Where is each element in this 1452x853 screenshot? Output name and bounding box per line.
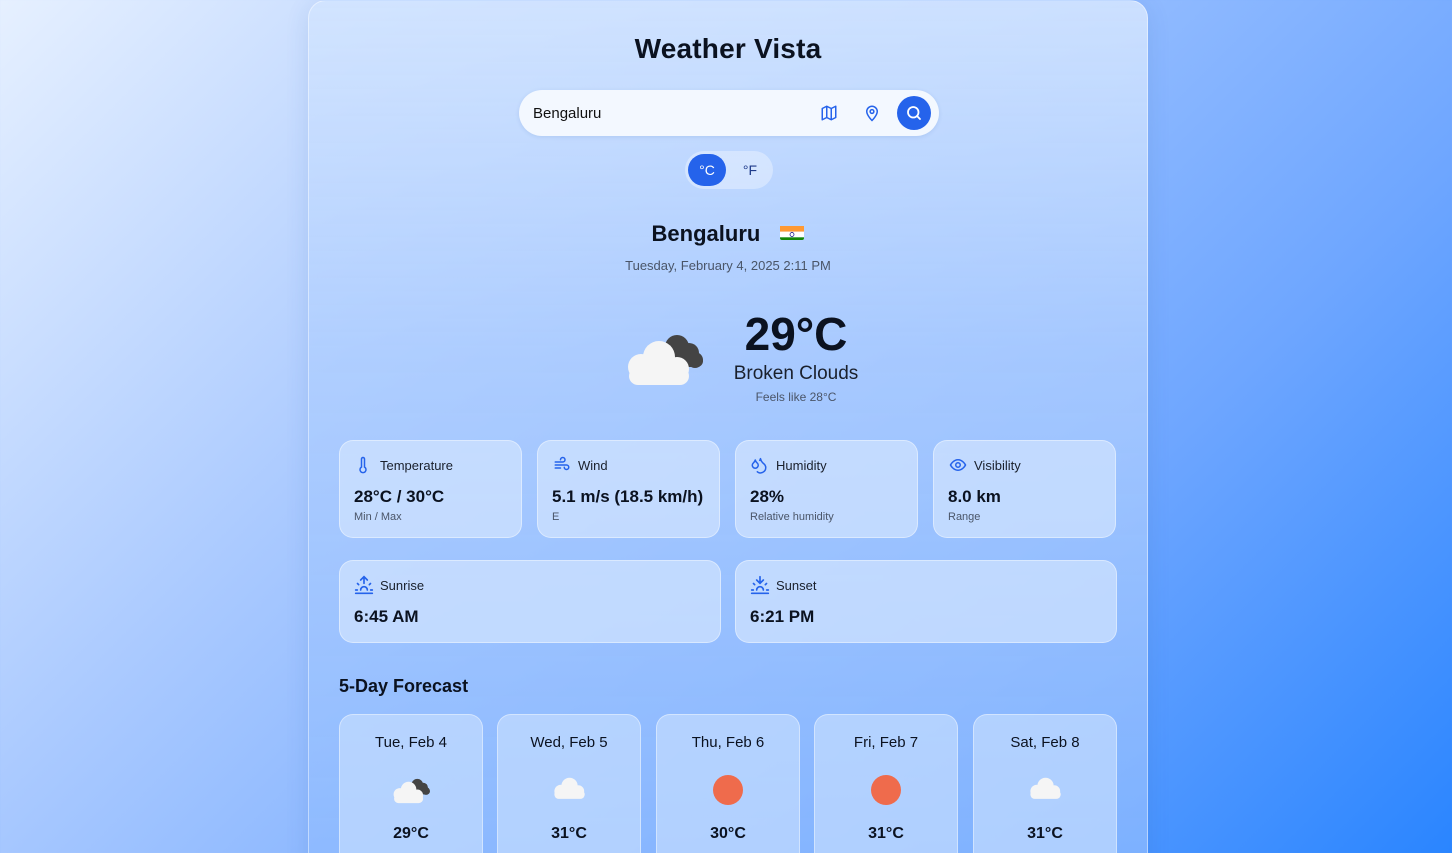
sun-icon <box>815 775 957 805</box>
stat-label: Temperature <box>380 458 453 473</box>
forecast-day: Sat, Feb 8 <box>1010 734 1080 751</box>
location-pin-icon[interactable] <box>860 101 884 125</box>
forecast-temp: 30°C <box>710 825 746 842</box>
unit-toggle: °C °F <box>685 151 773 189</box>
thermometer-icon <box>354 456 372 479</box>
forecast-temp: 31°C <box>1027 825 1063 842</box>
eye-icon <box>948 456 968 479</box>
search-button[interactable] <box>897 96 931 130</box>
sunrise-label: Sunrise <box>380 578 425 593</box>
cloud-icon <box>974 775 1116 801</box>
stat-card-visibility: Visibility 8.0 km Range <box>933 440 1116 538</box>
stat-card-temperature: Temperature 28°C / 30°C Min / Max <box>339 440 522 538</box>
stat-label: Visibility <box>974 458 1021 473</box>
sunset-time: 6:21 PM <box>750 607 815 626</box>
stat-sub: Min / Max <box>354 511 402 523</box>
sunset-label: Sunset <box>776 578 817 593</box>
stat-label: Humidity <box>776 458 827 473</box>
stat-value: 28% <box>750 487 785 506</box>
forecast-day-card: Fri, Feb 7 31°C <box>814 714 958 853</box>
stat-sub: E <box>552 511 560 523</box>
city-name: Bengaluru <box>651 221 761 246</box>
forecast-day: Tue, Feb 4 <box>375 734 447 751</box>
weather-card: Weather Vista °C °F Bengaluru Tuesday, F… <box>308 0 1148 853</box>
cloud-icon <box>498 775 640 801</box>
celsius-button[interactable]: °C <box>688 154 726 186</box>
stat-value: 28°C / 30°C <box>354 487 445 506</box>
broken-clouds-icon <box>619 327 709 394</box>
india-flag-icon <box>780 223 805 240</box>
droplets-icon <box>750 456 768 479</box>
city-search-input[interactable] <box>533 90 803 136</box>
search-bar <box>519 90 939 136</box>
forecast-temp: 29°C <box>393 825 429 842</box>
forecast-day-card: Thu, Feb 6 30°C <box>656 714 800 853</box>
stat-value: 8.0 km <box>948 487 1001 506</box>
broken-clouds-icon <box>340 775 482 805</box>
feels-like: Feels like 28°C <box>755 390 837 404</box>
stat-sub: Range <box>948 511 981 523</box>
stat-sub: Relative humidity <box>750 511 834 523</box>
current-datetime: Tuesday, February 4, 2025 2:11 PM <box>625 258 831 273</box>
search-icon <box>907 106 921 120</box>
forecast-temp: 31°C <box>868 825 904 842</box>
sun-icon <box>657 775 799 805</box>
stat-value: 5.1 m/s (18.5 km/h) <box>552 487 704 506</box>
stat-label: Wind <box>578 458 608 473</box>
sunset-card: Sunset 6:21 PM <box>735 560 1117 643</box>
current-temperature: 29°C <box>744 308 848 360</box>
wind-icon <box>552 456 572 479</box>
forecast-title: 5-Day Forecast <box>339 676 469 696</box>
city-heading: Bengaluru <box>309 221 1147 247</box>
forecast-temp: 31°C <box>551 825 587 842</box>
app-title: Weather Vista <box>634 33 822 64</box>
sunrise-card: Sunrise 6:45 AM <box>339 560 721 643</box>
sunset-icon <box>750 575 770 600</box>
sunrise-icon <box>354 575 374 600</box>
forecast-day-card: Sat, Feb 8 31°C <box>973 714 1117 853</box>
forecast-day: Wed, Feb 5 <box>530 734 608 751</box>
forecast-day: Thu, Feb 6 <box>691 734 765 751</box>
stat-card-wind: Wind 5.1 m/s (18.5 km/h) E <box>537 440 720 538</box>
fahrenheit-button[interactable]: °F <box>731 154 769 186</box>
map-icon[interactable] <box>817 101 841 125</box>
weather-condition: Broken Clouds <box>733 363 859 384</box>
forecast-day-card: Wed, Feb 5 31°C <box>497 714 641 853</box>
forecast-day: Fri, Feb 7 <box>853 734 919 751</box>
forecast-day-card: Tue, Feb 4 29°C <box>339 714 483 853</box>
sunrise-time: 6:45 AM <box>354 607 419 626</box>
stat-card-humidity: Humidity 28% Relative humidity <box>735 440 918 538</box>
